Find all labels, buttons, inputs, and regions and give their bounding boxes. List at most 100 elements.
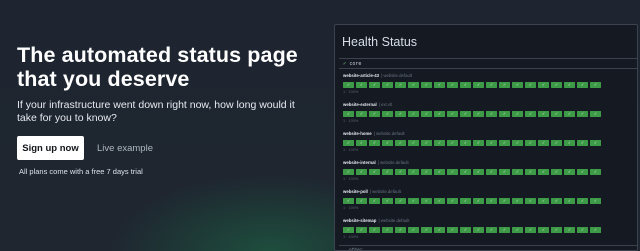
result-success[interactable]: ✓ [538, 82, 549, 88]
result-success[interactable]: ✓ [538, 111, 549, 117]
result-success[interactable]: ✓ [590, 198, 601, 204]
result-success[interactable]: ✓ [499, 169, 510, 175]
result-success[interactable]: ✓ [460, 227, 471, 233]
result-success[interactable]: ✓ [343, 82, 354, 88]
result-success[interactable]: ✓ [499, 82, 510, 88]
result-success[interactable]: ✓ [382, 169, 393, 175]
result-success[interactable]: ✓ [590, 140, 601, 146]
result-success[interactable]: ✓ [382, 140, 393, 146]
result-success[interactable]: ✓ [369, 227, 380, 233]
result-success[interactable]: ✓ [473, 140, 484, 146]
result-success[interactable]: ✓ [460, 169, 471, 175]
result-success[interactable]: ✓ [512, 140, 523, 146]
result-success[interactable]: ✓ [395, 227, 406, 233]
result-success[interactable]: ✓ [421, 140, 432, 146]
result-success[interactable]: ✓ [343, 169, 354, 175]
result-success[interactable]: ✓ [473, 82, 484, 88]
result-success[interactable]: ✓ [525, 111, 536, 117]
result-success[interactable]: ✓ [551, 227, 562, 233]
result-success[interactable]: ✓ [421, 82, 432, 88]
result-success[interactable]: ✓ [382, 82, 393, 88]
result-success[interactable]: ✓ [447, 227, 458, 233]
result-success[interactable]: ✓ [460, 140, 471, 146]
result-success[interactable]: ✓ [577, 111, 588, 117]
result-success[interactable]: ✓ [447, 198, 458, 204]
result-success[interactable]: ✓ [434, 111, 445, 117]
result-success[interactable]: ✓ [356, 111, 367, 117]
result-success[interactable]: ✓ [382, 111, 393, 117]
result-success[interactable]: ✓ [395, 140, 406, 146]
group-header-other[interactable]: other [339, 245, 637, 250]
result-success[interactable]: ✓ [577, 82, 588, 88]
result-success[interactable]: ✓ [577, 227, 588, 233]
result-success[interactable]: ✓ [577, 140, 588, 146]
result-success[interactable]: ✓ [564, 82, 575, 88]
result-success[interactable]: ✓ [421, 227, 432, 233]
result-success[interactable]: ✓ [486, 227, 497, 233]
group-header-core[interactable]: ✓ core [339, 58, 637, 69]
result-success[interactable]: ✓ [551, 140, 562, 146]
result-success[interactable]: ✓ [525, 227, 536, 233]
result-success[interactable]: ✓ [486, 169, 497, 175]
result-success[interactable]: ✓ [408, 198, 419, 204]
result-success[interactable]: ✓ [356, 198, 367, 204]
result-success[interactable]: ✓ [382, 198, 393, 204]
result-success[interactable]: ✓ [434, 140, 445, 146]
result-success[interactable]: ✓ [408, 140, 419, 146]
result-success[interactable]: ✓ [590, 227, 601, 233]
result-success[interactable]: ✓ [395, 169, 406, 175]
live-example-link[interactable]: Live example [97, 143, 153, 154]
endpoint-name[interactable]: website-poll [343, 189, 368, 194]
result-success[interactable]: ✓ [551, 111, 562, 117]
result-success[interactable]: ✓ [356, 227, 367, 233]
endpoint-name[interactable]: website-external [343, 102, 377, 107]
result-success[interactable]: ✓ [447, 140, 458, 146]
endpoint-name[interactable]: website-home [343, 131, 372, 136]
result-success[interactable]: ✓ [473, 198, 484, 204]
result-success[interactable]: ✓ [499, 227, 510, 233]
result-success[interactable]: ✓ [564, 111, 575, 117]
result-success[interactable]: ✓ [486, 111, 497, 117]
result-success[interactable]: ✓ [564, 169, 575, 175]
result-success[interactable]: ✓ [525, 198, 536, 204]
result-success[interactable]: ✓ [512, 169, 523, 175]
result-success[interactable]: ✓ [499, 111, 510, 117]
result-success[interactable]: ✓ [369, 82, 380, 88]
result-success[interactable]: ✓ [447, 111, 458, 117]
endpoint-name[interactable]: website-sitemap [343, 218, 376, 223]
result-success[interactable]: ✓ [343, 140, 354, 146]
result-success[interactable]: ✓ [486, 140, 497, 146]
result-success[interactable]: ✓ [564, 227, 575, 233]
result-success[interactable]: ✓ [460, 198, 471, 204]
result-success[interactable]: ✓ [538, 140, 549, 146]
result-success[interactable]: ✓ [538, 169, 549, 175]
result-success[interactable]: ✓ [590, 111, 601, 117]
result-success[interactable]: ✓ [590, 169, 601, 175]
result-success[interactable]: ✓ [486, 82, 497, 88]
result-success[interactable]: ✓ [538, 198, 549, 204]
result-success[interactable]: ✓ [356, 82, 367, 88]
result-success[interactable]: ✓ [577, 198, 588, 204]
result-success[interactable]: ✓ [408, 82, 419, 88]
result-success[interactable]: ✓ [395, 82, 406, 88]
result-success[interactable]: ✓ [512, 82, 523, 88]
result-success[interactable]: ✓ [408, 227, 419, 233]
result-success[interactable]: ✓ [577, 169, 588, 175]
result-success[interactable]: ✓ [447, 169, 458, 175]
result-success[interactable]: ✓ [564, 198, 575, 204]
result-success[interactable]: ✓ [551, 82, 562, 88]
result-success[interactable]: ✓ [421, 198, 432, 204]
result-success[interactable]: ✓ [499, 198, 510, 204]
result-success[interactable]: ✓ [473, 169, 484, 175]
result-success[interactable]: ✓ [395, 198, 406, 204]
result-success[interactable]: ✓ [460, 111, 471, 117]
result-success[interactable]: ✓ [369, 169, 380, 175]
result-success[interactable]: ✓ [525, 82, 536, 88]
result-success[interactable]: ✓ [473, 227, 484, 233]
result-success[interactable]: ✓ [369, 111, 380, 117]
endpoint-name[interactable]: website-article-43 [343, 73, 379, 78]
result-success[interactable]: ✓ [590, 82, 601, 88]
result-success[interactable]: ✓ [551, 198, 562, 204]
result-success[interactable]: ✓ [434, 198, 445, 204]
result-success[interactable]: ✓ [499, 140, 510, 146]
